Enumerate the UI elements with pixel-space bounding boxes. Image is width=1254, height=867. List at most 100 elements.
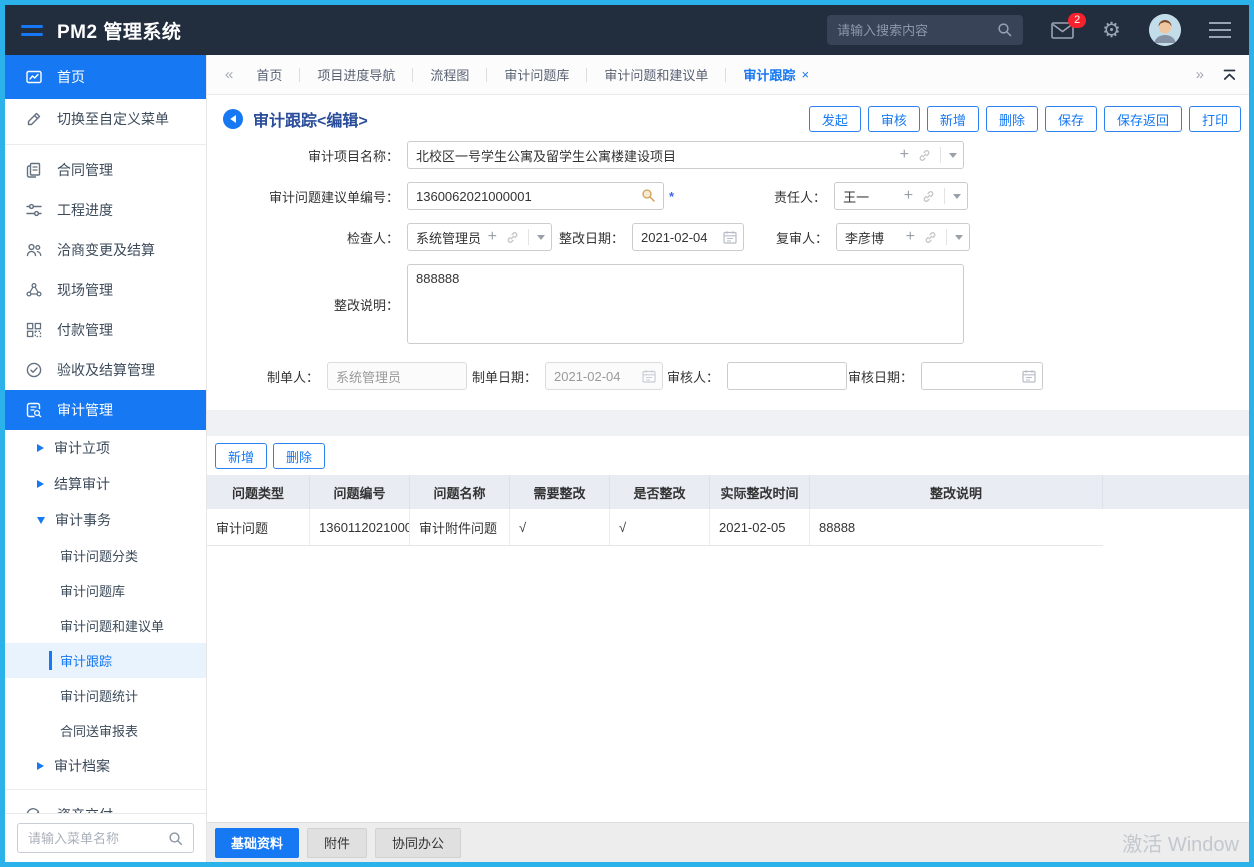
calendar-icon[interactable] [723, 230, 737, 244]
tab-flowchart[interactable]: 流程图 [413, 65, 486, 84]
delete-button[interactable]: 删除 [986, 106, 1038, 132]
print-button[interactable]: 打印 [1189, 106, 1241, 132]
calendar-icon[interactable] [1022, 369, 1036, 383]
review-button[interactable]: 审核 [868, 106, 920, 132]
project-name-input[interactable] [407, 141, 964, 169]
sidebar-item-audit-tracking[interactable]: 审计跟踪 [5, 643, 206, 678]
unlink-icon[interactable] [506, 231, 519, 244]
initiate-button[interactable]: 发起 [809, 106, 861, 132]
column-header[interactable]: 实际整改时间 [710, 475, 810, 509]
save-return-button[interactable]: 保存返回 [1104, 106, 1182, 132]
bottom-tab-attachments[interactable]: 附件 [307, 828, 367, 858]
tab-home[interactable]: 首页 [239, 65, 299, 84]
add-link-icon[interactable]: + [900, 147, 909, 163]
tab-issue-suggestion[interactable]: 审计问题和建议单 [587, 65, 725, 84]
sidebar-item-negotiation[interactable]: 洽商变更及结算 [5, 230, 206, 270]
dropdown-arrow-icon[interactable] [953, 194, 961, 199]
calendar-icon [642, 369, 656, 383]
sidebar-item-audit-affairs[interactable]: 审计事务 [5, 502, 206, 538]
save-button[interactable]: 保存 [1045, 106, 1097, 132]
sidebar-item-contract-report[interactable]: 合同送审报表 [5, 713, 206, 748]
navbar-right: 2 ⚙ [827, 14, 1231, 46]
sidebar-item-acceptance[interactable]: 验收及结算管理 [5, 350, 206, 390]
collapse-up-icon[interactable] [1222, 68, 1237, 82]
unlink-icon[interactable] [918, 149, 931, 162]
sidebar-item-settlement-audit[interactable]: 结算审计 [5, 466, 206, 502]
column-header[interactable]: 整改说明 [810, 475, 1103, 509]
close-tab-icon[interactable]: × [801, 67, 809, 82]
global-search-input[interactable] [837, 23, 991, 38]
cell-is-rectified: √ [610, 509, 710, 545]
audit-date-label: 审核日期： [847, 367, 921, 386]
sidebar-item-issue-stats[interactable]: 审计问题统计 [5, 678, 206, 713]
settings-button[interactable]: ⚙ [1102, 20, 1121, 41]
back-button[interactable] [223, 109, 243, 129]
chevron-right-icon [37, 480, 44, 488]
export-icon [25, 806, 43, 813]
sidebar-item-label: 合同管理 [57, 160, 113, 180]
audit-date-field [921, 362, 1043, 390]
cell-issue-no: 13601120210001 [310, 509, 410, 545]
tab-project-progress-nav[interactable]: 项目进度导航 [300, 65, 412, 84]
column-header[interactable]: 问题类型 [207, 475, 310, 509]
add-link-icon[interactable]: + [906, 229, 915, 245]
tab-issue-library[interactable]: 审计问题库 [487, 65, 586, 84]
sidebar-item-label: 审计问题分类 [60, 546, 138, 565]
project-name-label: 审计项目名称： [207, 146, 407, 165]
unlink-icon[interactable] [924, 231, 937, 244]
table-row[interactable]: 审计问题 13601120210001 审计附件问题 √ √ 2021-02-0… [207, 509, 1103, 546]
sidebar-item-audit[interactable]: 审计管理 [5, 390, 206, 430]
auditor-input[interactable] [727, 362, 847, 390]
add-button[interactable]: 新增 [927, 106, 979, 132]
suggestion-no-input[interactable] [407, 182, 664, 210]
chevron-down-icon [37, 517, 45, 524]
rectify-desc-textarea[interactable]: 888888 [407, 264, 964, 344]
sidebar-item-home[interactable]: 首页 [5, 55, 206, 99]
grid-delete-button[interactable]: 删除 [273, 443, 325, 469]
column-header[interactable]: 需要整改 [510, 475, 610, 509]
sidebar-divider [5, 144, 206, 145]
lookup-icon[interactable] [641, 188, 656, 203]
global-search[interactable] [827, 15, 1023, 45]
sidebar-item-asset-delivery[interactable]: 资产交付 [5, 795, 206, 813]
column-header[interactable]: 是否整改 [610, 475, 710, 509]
bottom-tab-basic-info[interactable]: 基础资料 [215, 828, 299, 858]
messages-button[interactable]: 2 [1051, 22, 1074, 39]
dropdown-arrow-icon[interactable] [949, 153, 957, 158]
tabs-scroll-right-icon[interactable]: » [1190, 66, 1210, 83]
tabs-scroll-left-icon[interactable]: « [219, 66, 239, 83]
sidebar-item-progress[interactable]: 工程进度 [5, 190, 206, 230]
sidebar-item-issue-library[interactable]: 审计问题库 [5, 573, 206, 608]
avatar[interactable] [1149, 14, 1181, 46]
add-link-icon[interactable]: + [488, 229, 497, 245]
grid-add-button[interactable]: 新增 [215, 443, 267, 469]
unlink-icon[interactable] [922, 190, 935, 203]
dropdown-arrow-icon[interactable] [955, 235, 963, 240]
bottom-tab-label: 附件 [324, 833, 350, 852]
sidebar: 首页 切换至自定义菜单 合同管理 [5, 55, 207, 862]
bottom-tab-collaboration[interactable]: 协同办公 [375, 828, 461, 858]
search-icon[interactable] [168, 831, 184, 847]
tab-label: 首页 [256, 65, 282, 84]
sidebar-item-label: 洽商变更及结算 [57, 240, 155, 260]
sidebar-item-contract[interactable]: 合同管理 [5, 150, 206, 190]
column-header[interactable]: 问题编号 [310, 475, 410, 509]
tab-label: 审计跟踪 [743, 65, 795, 84]
page-header: 审计跟踪<编辑> 发起 审核 新增 删除 保存 保存返回 打印 [207, 95, 1249, 141]
add-link-icon[interactable]: + [904, 188, 913, 204]
main-area: « 首页 项目进度导航 流程图 审计问题库 审计问题和建议单 [207, 55, 1249, 862]
sidebar-item-audit-project[interactable]: 审计立项 [5, 430, 206, 466]
sidebar-item-site[interactable]: 现场管理 [5, 270, 206, 310]
more-menu-icon[interactable] [1209, 22, 1231, 38]
sidebar-item-issue-category[interactable]: 审计问题分类 [5, 538, 206, 573]
sidebar-item-payment[interactable]: 付款管理 [5, 310, 206, 350]
dropdown-arrow-icon[interactable] [537, 235, 545, 240]
search-icon[interactable] [997, 22, 1013, 38]
app-title: PM2 管理系统 [57, 17, 181, 44]
sidebar-item-audit-archive[interactable]: 审计档案 [5, 748, 206, 784]
sidebar-item-issue-suggestion[interactable]: 审计问题和建议单 [5, 608, 206, 643]
column-header[interactable]: 问题名称 [410, 475, 510, 509]
sidebar-item-custom-menu[interactable]: 切换至自定义菜单 [5, 99, 206, 139]
tab-audit-tracking[interactable]: 审计跟踪 × [726, 65, 826, 84]
sidebar-toggle-icon[interactable] [21, 25, 43, 36]
